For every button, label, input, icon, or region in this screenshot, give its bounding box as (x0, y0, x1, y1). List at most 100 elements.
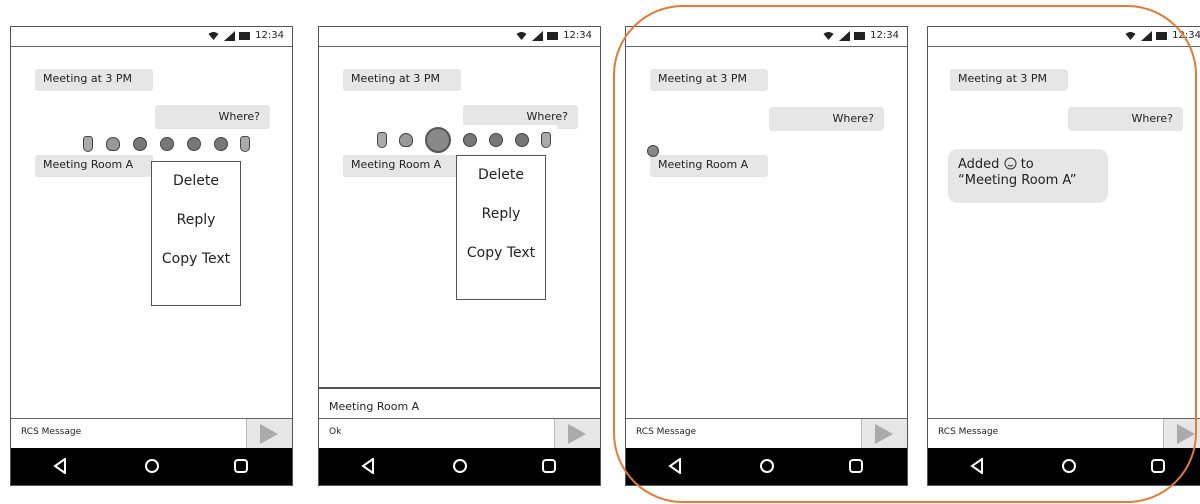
send-icon (260, 424, 278, 444)
message-bubble-sent[interactable]: Where? (155, 105, 270, 129)
menu-item-reply[interactable]: Reply (457, 195, 545, 234)
wifi-icon (516, 32, 527, 40)
thumbs-down-icon[interactable] (541, 132, 551, 148)
phone-screen-1: 12:34 Meeting at 3 PM Where? Meeting Roo… (10, 26, 293, 486)
back-icon[interactable] (53, 458, 67, 474)
send-icon (568, 424, 586, 444)
navigation-bar (319, 448, 600, 485)
heart-icon[interactable] (399, 133, 413, 147)
status-bar: 12:34 (626, 27, 907, 47)
send-button[interactable] (554, 419, 600, 449)
signal-icon (532, 30, 544, 41)
phone-screen-2: 12:34 Meeting at 3 PM Where? Meeting Roo… (318, 26, 601, 486)
message-bubble-received-selected[interactable]: Meeting Room A (343, 155, 461, 177)
message-input[interactable]: RCS Message (938, 427, 998, 437)
status-bar: 12:34 (11, 27, 292, 47)
back-icon[interactable] (361, 458, 375, 474)
recents-icon[interactable] (848, 458, 864, 474)
message-text: Meeting Room A (43, 158, 134, 171)
status-bar: 12:34 (319, 27, 600, 47)
status-time: 12:34 (870, 30, 899, 41)
thumbs-up-icon[interactable] (377, 132, 387, 148)
message-bubble-received-selected[interactable]: Meeting Room A (35, 155, 153, 177)
message-text: Where? (832, 112, 874, 125)
phone-screen-4: 12:34 Meeting at 3 PM Where? Added to “M… (927, 26, 1200, 486)
status-bar: 12:34 (928, 27, 1200, 47)
navigation-bar (928, 448, 1200, 485)
send-button[interactable] (246, 419, 292, 449)
reaction-picker (371, 125, 557, 155)
message-bubble-sent[interactable]: Where? (769, 107, 884, 131)
reaction-notice-bubble: Added to “Meeting Room A” (948, 149, 1108, 203)
message-text: Meeting at 3 PM (658, 72, 748, 85)
message-input[interactable]: RCS Message (21, 427, 81, 437)
message-input[interactable]: RCS Message (636, 427, 696, 437)
recents-icon[interactable] (1150, 458, 1166, 474)
surprised-icon[interactable] (159, 137, 174, 151)
message-text: Where? (1131, 112, 1173, 125)
signal-icon (224, 30, 236, 41)
heart-icon[interactable] (106, 137, 121, 151)
compose-bar: RCS Message (626, 418, 907, 449)
message-text: Meeting Room A (658, 158, 749, 171)
battery-icon (1156, 31, 1168, 40)
signal-icon (839, 30, 851, 41)
thumbs-up-icon[interactable] (83, 136, 94, 152)
sad-icon[interactable] (186, 137, 201, 151)
send-icon (875, 424, 893, 444)
menu-item-copy-text[interactable]: Copy Text (152, 240, 240, 279)
menu-item-copy-text[interactable]: Copy Text (457, 234, 545, 273)
sad-icon[interactable] (489, 133, 503, 147)
smile-reaction-icon[interactable] (647, 145, 659, 157)
message-bubble-sent[interactable]: Where? (1068, 107, 1183, 131)
navigation-bar (626, 448, 907, 485)
message-bubble-received[interactable]: Meeting at 3 PM (35, 69, 153, 91)
battery-icon (547, 31, 559, 40)
smile-icon-selected[interactable] (425, 127, 451, 153)
back-icon[interactable] (970, 458, 984, 474)
menu-item-delete[interactable]: Delete (152, 162, 240, 201)
phone-screen-3: 12:34 Meeting at 3 PM Where? Meeting Roo… (625, 26, 908, 486)
message-bubble-received[interactable]: Meeting Room A (650, 155, 768, 177)
reaction-picker (77, 133, 257, 155)
back-icon[interactable] (668, 458, 682, 474)
home-icon[interactable] (144, 458, 160, 474)
surprised-icon[interactable] (463, 133, 477, 147)
message-text: Meeting at 3 PM (958, 72, 1048, 85)
battery-icon (854, 31, 866, 40)
wifi-icon (208, 32, 219, 40)
home-icon[interactable] (452, 458, 468, 474)
reply-preview: Meeting Room A (319, 387, 600, 419)
recents-icon[interactable] (541, 458, 557, 474)
message-bubble-received[interactable]: Meeting at 3 PM (650, 69, 768, 91)
send-icon (1177, 424, 1195, 444)
send-button[interactable] (861, 419, 907, 449)
signal-icon (1141, 30, 1153, 41)
context-menu: Delete Reply Copy Text (456, 155, 546, 300)
home-icon[interactable] (759, 458, 775, 474)
message-bubble-received[interactable]: Meeting at 3 PM (343, 69, 461, 91)
thumbs-down-icon[interactable] (240, 136, 251, 152)
status-time: 12:34 (563, 30, 592, 41)
angry-icon[interactable] (515, 133, 529, 147)
status-time: 12:34 (1172, 30, 1200, 41)
recents-icon[interactable] (233, 458, 249, 474)
battery-icon (239, 31, 251, 40)
message-text: Where? (218, 110, 260, 123)
send-button[interactable] (1163, 419, 1200, 449)
message-input[interactable]: Ok (329, 427, 341, 437)
context-menu: Delete Reply Copy Text (151, 161, 241, 306)
message-text: Meeting at 3 PM (351, 72, 441, 85)
compose-bar: Ok (319, 418, 600, 449)
home-icon[interactable] (1061, 458, 1077, 474)
notice-text-to: to (1020, 157, 1034, 172)
angry-icon[interactable] (213, 137, 228, 151)
notice-text-target: “Meeting Room A” (958, 173, 1077, 188)
compose-bar: RCS Message (11, 418, 292, 449)
message-bubble-received[interactable]: Meeting at 3 PM (950, 69, 1068, 91)
menu-item-delete[interactable]: Delete (457, 156, 545, 195)
message-text: Meeting Room A (351, 158, 442, 171)
reply-preview-text: Meeting Room A (329, 400, 420, 413)
menu-item-reply[interactable]: Reply (152, 201, 240, 240)
smile-icon[interactable] (133, 137, 148, 151)
